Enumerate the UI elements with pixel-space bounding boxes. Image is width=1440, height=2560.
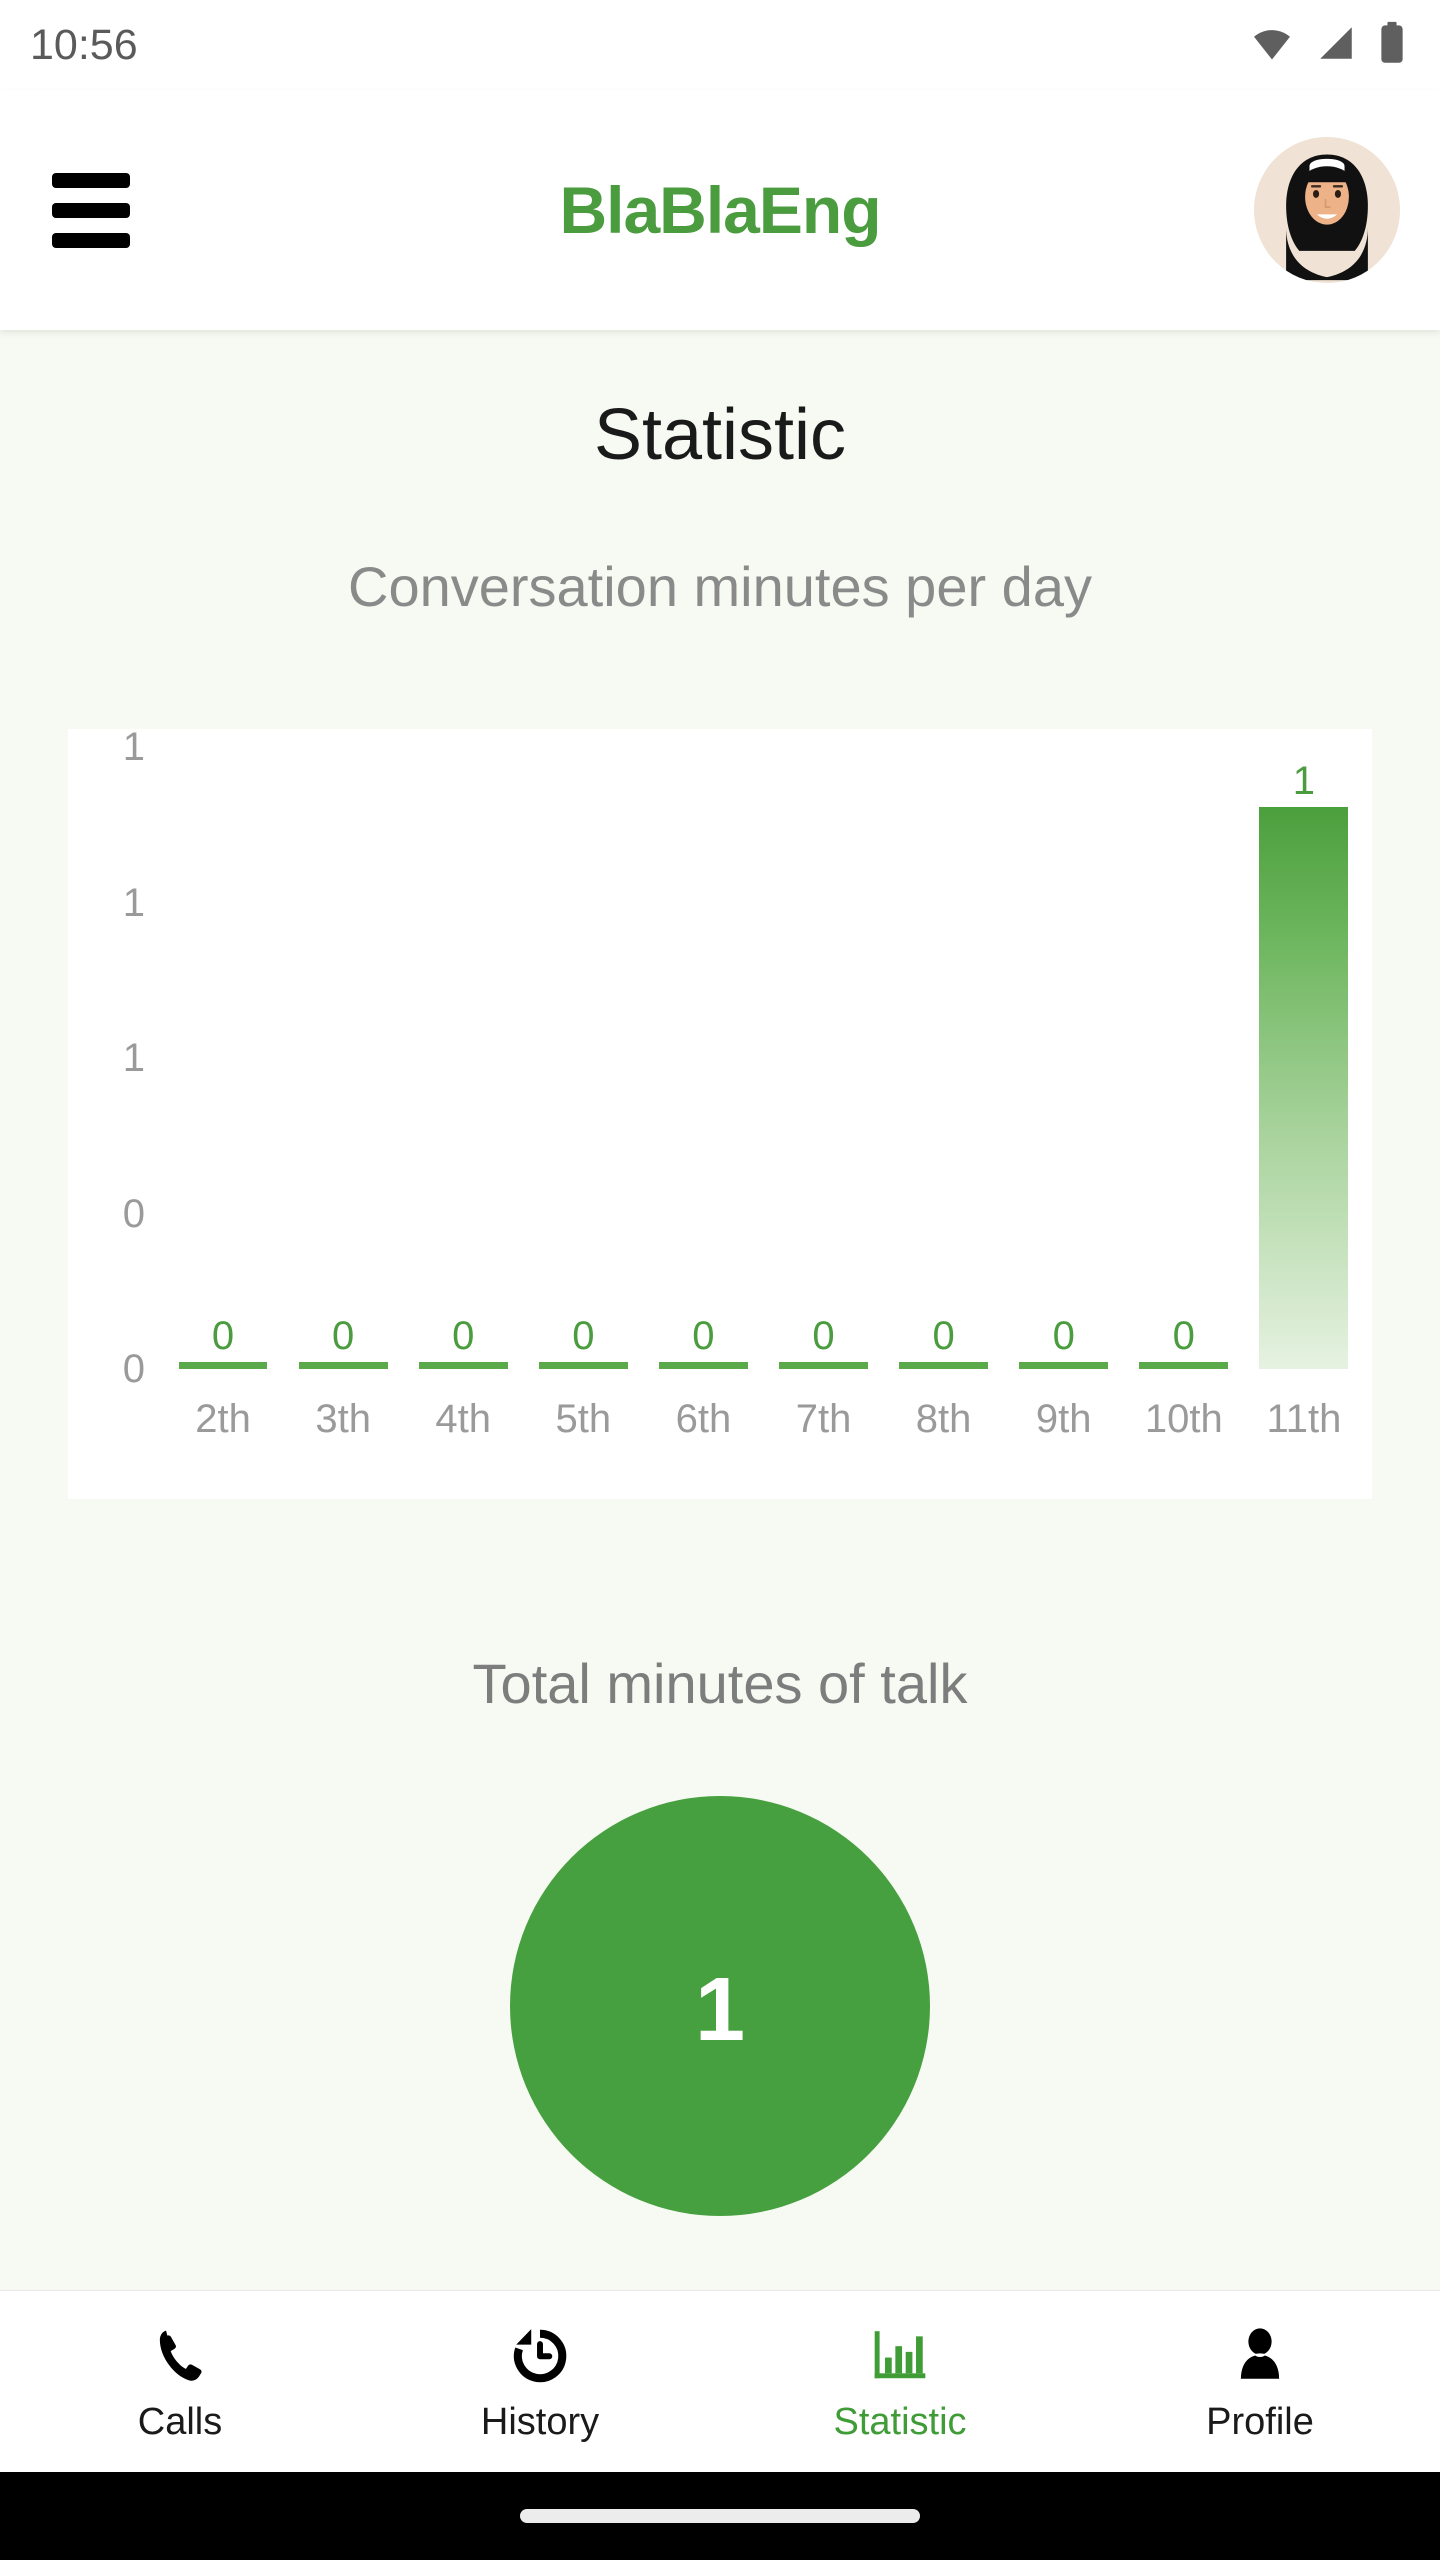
chart-bar-zero-marker bbox=[1019, 1362, 1109, 1369]
chart-bar-zero-marker bbox=[779, 1362, 868, 1369]
bottom-navigation: Calls History Statistic Profile bbox=[0, 2290, 1440, 2472]
chart-bar-zero-marker bbox=[1139, 1362, 1229, 1369]
chart-bar[interactable]: 0 bbox=[763, 747, 883, 1369]
total-minutes-circle: 1 bbox=[510, 1796, 930, 2216]
chart-bar-zero-marker bbox=[899, 1362, 989, 1369]
chart-bar-value-label: 0 bbox=[332, 1314, 355, 1358]
hamburger-bar bbox=[52, 172, 130, 188]
page-title: Statistic bbox=[593, 395, 847, 475]
chart-x-tick: 7th bbox=[795, 1397, 852, 1441]
bar-chart-icon bbox=[869, 2323, 931, 2389]
chart-bar-value-label: 0 bbox=[932, 1314, 955, 1358]
chart-bar[interactable]: 0 bbox=[643, 747, 763, 1369]
chart-y-tick: 1 bbox=[122, 880, 145, 925]
chart-bar[interactable]: 0 bbox=[403, 747, 523, 1369]
chart-y-tick: 1 bbox=[122, 1036, 145, 1080]
chart-y-tick: 0 bbox=[122, 1191, 145, 1236]
nav-item-profile[interactable]: Profile bbox=[1080, 2291, 1440, 2472]
app-title: BlaBlaEng bbox=[559, 173, 881, 247]
system-navigation-bar bbox=[0, 2472, 1440, 2560]
chart-plot-area: 0 0 0 0 0 0 0 0 0 1 2th 3th 4th 5th 6th 7th 8th 9th 10th 1… bbox=[163, 747, 1364, 1499]
nav-label-statistic: Statistic bbox=[833, 2400, 967, 2443]
nav-label-calls: Calls bbox=[137, 2400, 223, 2443]
chart-y-tick: 0 bbox=[122, 1347, 145, 1391]
chart-bar[interactable]: 0 bbox=[1004, 747, 1124, 1369]
avatar[interactable] bbox=[1254, 137, 1400, 283]
chart-x-tick: 2th bbox=[195, 1397, 251, 1441]
chart-bar-value-label: 0 bbox=[1052, 1314, 1075, 1358]
chart-bar[interactable]: 0 bbox=[884, 747, 1004, 1369]
total-heading: Total minutes of talk bbox=[472, 1652, 968, 1715]
nav-item-history[interactable]: History bbox=[360, 2291, 720, 2472]
app-bar: BlaBlaEng bbox=[0, 90, 1440, 330]
wifi-icon bbox=[1250, 21, 1294, 70]
chart-bar-value-label: 0 bbox=[692, 1314, 715, 1358]
chart-x-tick: 11th bbox=[1266, 1397, 1342, 1441]
nav-item-statistic[interactable]: Statistic bbox=[720, 2291, 1080, 2472]
chart-x-tick: 5th bbox=[555, 1397, 612, 1441]
chart-heading: Conversation minutes per day bbox=[348, 555, 1092, 618]
chart-bar-zero-marker bbox=[658, 1362, 748, 1369]
content-area: Statistic Conversation minutes per day 1… bbox=[0, 330, 1440, 2290]
battery-icon bbox=[1378, 21, 1406, 70]
chart-bar-zero-marker bbox=[538, 1362, 628, 1369]
nav-item-calls[interactable]: Calls bbox=[0, 2291, 360, 2472]
app-root: 10:56 BlaBlaEng Statistic Conversation m… bbox=[0, 0, 1440, 2560]
chart-bar-value-label: 0 bbox=[1172, 1314, 1195, 1358]
hamburger-menu-icon[interactable] bbox=[52, 171, 130, 249]
chart-bar-value-label: 0 bbox=[211, 1314, 235, 1358]
chart-bar-rect bbox=[1259, 807, 1349, 1369]
status-bar-time: 10:56 bbox=[30, 20, 138, 69]
chart-inner: 1 1 1 0 0 0 0 0 0 0 0 0 0 0 1 2th 3th 4th 5th 6th 7th 8th 9t… bbox=[68, 727, 1372, 1499]
hamburger-bar bbox=[52, 232, 130, 248]
chart-bar-value-label: 0 bbox=[572, 1314, 595, 1358]
chart-bar-value-label: 0 bbox=[812, 1314, 835, 1358]
chart-bar[interactable]: 0 bbox=[1124, 747, 1244, 1369]
chart-bar-zero-marker bbox=[178, 1362, 268, 1369]
cellular-signal-icon bbox=[1315, 22, 1357, 69]
history-icon bbox=[509, 2323, 571, 2389]
chart-bar[interactable]: 0 bbox=[283, 747, 403, 1369]
nav-label-history: History bbox=[480, 2400, 600, 2443]
status-bar-icons bbox=[1250, 21, 1406, 70]
avatar-image bbox=[1254, 137, 1400, 283]
chart-bar-zero-marker bbox=[418, 1362, 508, 1369]
chart-x-tick: 3th bbox=[315, 1397, 371, 1441]
person-icon bbox=[1229, 2323, 1291, 2389]
chart-bar-value-label: 1 bbox=[1292, 759, 1316, 803]
chart-x-tick: 10th bbox=[1144, 1397, 1223, 1441]
chart-x-tick: 4th bbox=[435, 1397, 492, 1441]
chart-bar-zero-marker bbox=[298, 1362, 388, 1369]
chart-bar[interactable]: 1 bbox=[1244, 747, 1364, 1369]
total-circle-wrap: 1 bbox=[0, 1796, 1440, 2216]
chart-card: 1 1 1 0 0 0 0 0 0 0 0 0 0 0 1 2th 3th 4th 5th 6th 7th 8th 9t… bbox=[68, 727, 1372, 1499]
chart-bar[interactable]: 0 bbox=[523, 747, 643, 1369]
chart-bars: 0 0 0 0 0 0 0 0 0 1 bbox=[163, 747, 1364, 1369]
chart-x-tick: 9th bbox=[1035, 1397, 1092, 1441]
chart-x-axis: 2th 3th 4th 5th 6th 7th 8th 9th 10th 11th bbox=[163, 1369, 1364, 1469]
chart-bar[interactable]: 0 bbox=[163, 747, 283, 1369]
total-minutes-value: 1 bbox=[694, 1960, 746, 2060]
chart-x-tick: 8th bbox=[915, 1397, 972, 1441]
chart-x-tick: 6th bbox=[675, 1397, 732, 1441]
home-gesture-pill[interactable] bbox=[520, 2509, 920, 2523]
phone-icon bbox=[149, 2323, 211, 2389]
chart-bar-value-label: 0 bbox=[452, 1314, 475, 1358]
status-bar: 10:56 bbox=[0, 0, 1440, 90]
chart-y-tick: 1 bbox=[122, 725, 145, 769]
chart-y-axis: 1 1 1 0 0 bbox=[68, 727, 163, 1437]
nav-label-profile: Profile bbox=[1206, 2400, 1314, 2443]
hamburger-bar bbox=[52, 202, 130, 218]
